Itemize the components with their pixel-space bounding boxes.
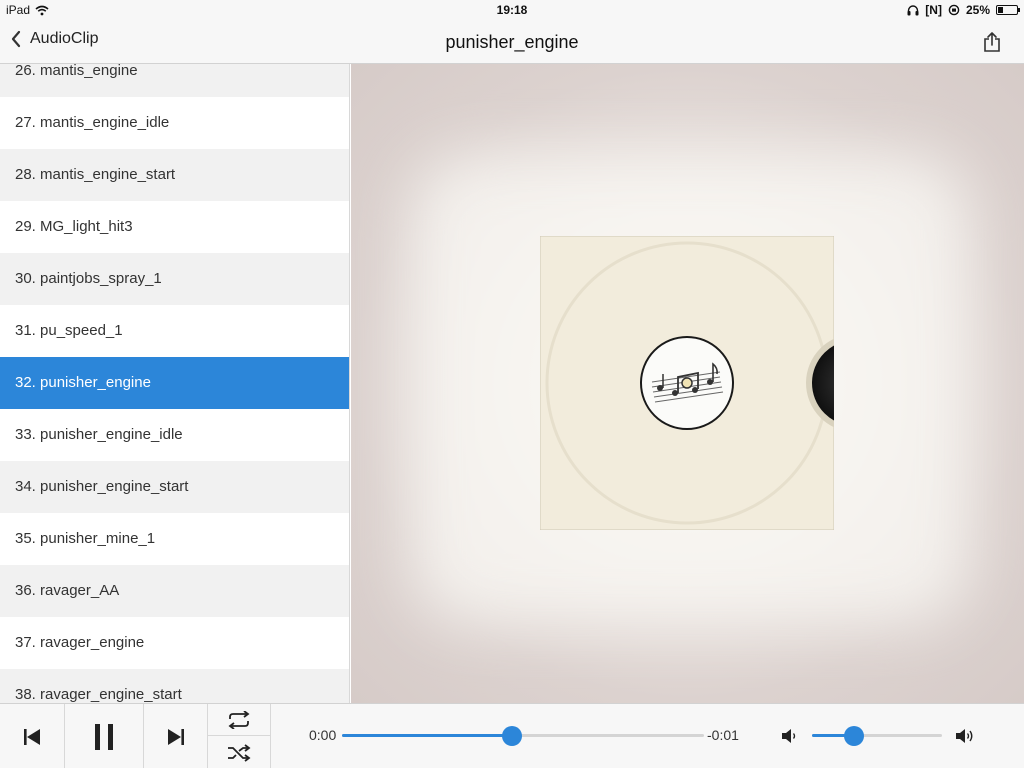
share-button[interactable]: [980, 30, 1004, 54]
list-item[interactable]: 26. mantis_engine: [0, 64, 349, 97]
list-item-selected[interactable]: 32. punisher_engine: [0, 357, 349, 409]
progress-fill: [342, 734, 513, 737]
artwork-background: [351, 64, 1024, 703]
elapsed-time: 0:00: [309, 727, 337, 743]
next-track-button[interactable]: [144, 704, 208, 768]
skip-back-icon: [24, 728, 40, 745]
volume-knob[interactable]: [843, 726, 864, 746]
progress-knob[interactable]: [502, 726, 523, 746]
headphones-icon: [907, 4, 919, 15]
list-item[interactable]: 37. ravager_engine: [0, 617, 349, 669]
album-art-placeholder: [540, 236, 834, 530]
list-item[interactable]: 36. ravager_AA: [0, 565, 349, 617]
chevron-left-icon: [11, 30, 21, 48]
pause-icon: [95, 723, 113, 750]
remaining-time: -0:01: [707, 727, 739, 743]
back-button[interactable]: AudioClip: [10, 30, 98, 48]
shuffle-button[interactable]: [208, 736, 271, 768]
list-item[interactable]: 28. mantis_engine_start: [0, 149, 349, 201]
share-icon: [984, 32, 1000, 52]
clock: 19:18: [496, 3, 528, 17]
skip-forward-icon: [167, 728, 184, 745]
status-bar: iPad 19:18 [N] 25%: [0, 0, 1024, 21]
shuffle-icon: [228, 743, 251, 762]
list-item[interactable]: 38. ravager_engine_start: [0, 669, 349, 703]
playlist[interactable]: 26. mantis_engine 27. mantis_engine_idle 2…: [0, 64, 350, 703]
list-item[interactable]: 27. mantis_engine_idle: [0, 97, 349, 149]
volume-low-icon: [782, 729, 796, 743]
previous-track-button[interactable]: [0, 704, 65, 768]
status-indicator: [N]: [925, 3, 942, 17]
list-item[interactable]: 31. pu_speed_1: [0, 305, 349, 357]
back-button-label: AudioClip: [30, 30, 99, 47]
playback-controls: 0:00 -0:01: [0, 703, 1024, 768]
list-item[interactable]: 29. MG_light_hit3: [0, 201, 349, 253]
rotation-lock-icon: [948, 4, 960, 16]
playlist-items: 26. mantis_engine 27. mantis_engine_idle 2…: [0, 64, 349, 703]
list-item[interactable]: 35. punisher_mine_1: [0, 513, 349, 565]
volume-high-icon: [956, 729, 973, 743]
list-item[interactable]: 30. paintjobs_spray_1: [0, 253, 349, 305]
battery-icon: [996, 5, 1020, 15]
list-item[interactable]: 34. punisher_engine_start: [0, 461, 349, 513]
list-item[interactable]: 33. punisher_engine_idle: [0, 409, 349, 461]
navigation-bar: AudioClip punisher_engine: [0, 21, 1024, 64]
battery-percent: 25%: [965, 3, 990, 17]
page-title: punisher_engine: [445, 32, 579, 52]
pause-button[interactable]: [65, 704, 144, 768]
repeat-icon: [228, 710, 250, 729]
repeat-button[interactable]: [208, 704, 271, 736]
